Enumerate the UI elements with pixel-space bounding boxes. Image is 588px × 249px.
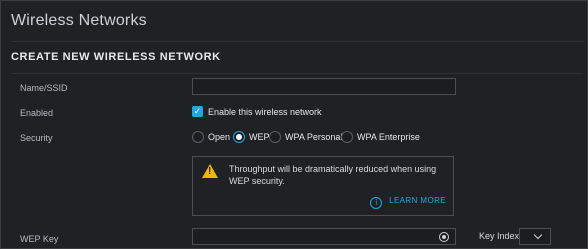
warning-icon (202, 164, 218, 178)
enabled-checkbox[interactable]: ✓ (192, 106, 203, 117)
wep-key-input[interactable] (192, 228, 456, 245)
key-index-select[interactable] (519, 228, 551, 245)
radio-wpa-enterprise[interactable] (341, 131, 353, 143)
page-title: Wireless Networks (11, 1, 585, 42)
name-ssid-input[interactable] (192, 78, 456, 95)
warning-text: Throughput will be dramatically reduced … (229, 164, 437, 186)
section-title: CREATE NEW WIRELESS NETWORK (11, 51, 583, 74)
radio-wpa-personal-label: WPA Personal (285, 132, 343, 142)
wireless-networks-panel: Wireless Networks CREATE NEW WIRELESS NE… (0, 0, 588, 249)
enabled-text: Enable this wireless network (208, 107, 322, 117)
radio-open-label: Open (208, 132, 231, 142)
radio-wpa-personal[interactable] (269, 131, 281, 143)
enabled-label: Enabled (20, 108, 54, 118)
radio-open[interactable] (192, 131, 204, 143)
radio-wep[interactable] (233, 131, 245, 143)
learn-more-label: LEARN MORE (389, 196, 446, 205)
security-label: Security (20, 133, 53, 143)
name-ssid-label: Name/SSID (20, 83, 68, 93)
wep-warning-box: Throughput will be dramatically reduced … (192, 156, 454, 216)
radio-wpa-enterprise-label: WPA Enterprise (357, 132, 420, 142)
learn-more-link[interactable]: i LEARN MORE (370, 196, 446, 209)
eye-icon[interactable] (439, 232, 449, 242)
wep-key-label: WEP Key (20, 234, 59, 244)
info-icon: i (370, 197, 383, 209)
key-index-label: Key Index (479, 231, 520, 241)
radio-wep-label: WEP (249, 132, 270, 142)
